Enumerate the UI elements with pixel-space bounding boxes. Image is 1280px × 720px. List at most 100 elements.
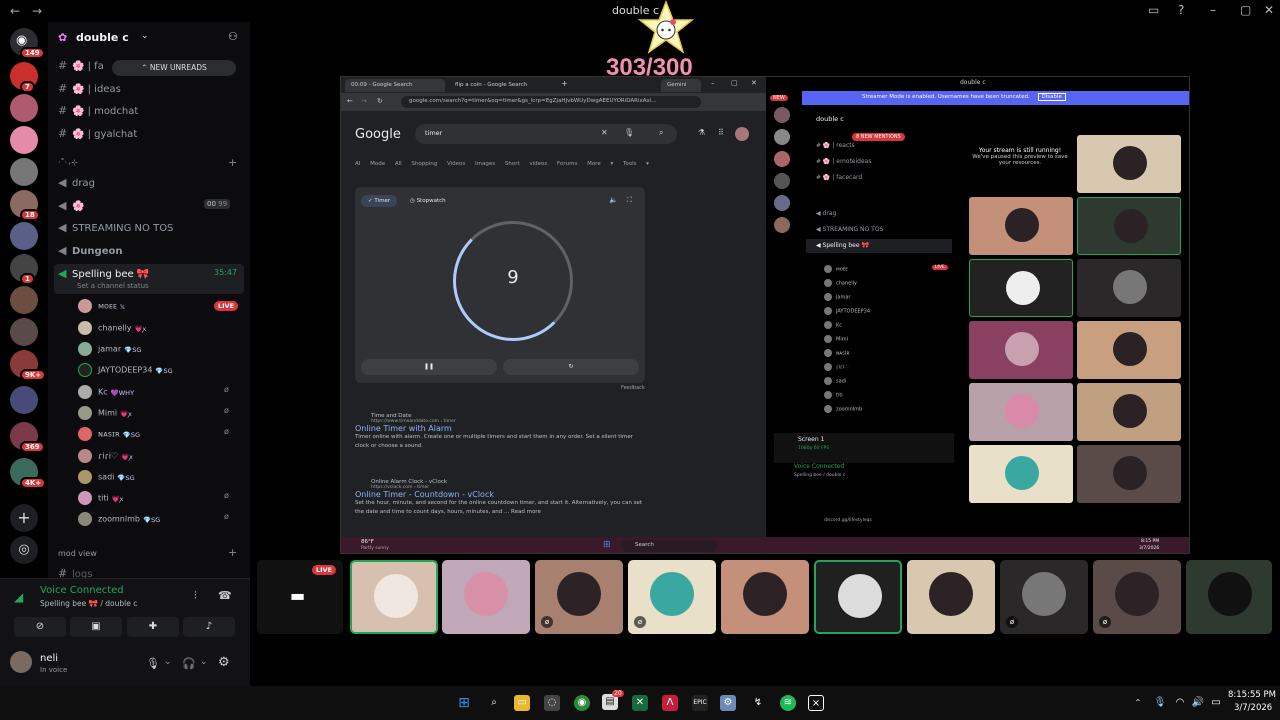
server-folder[interactable]: 4K+	[10, 458, 47, 489]
active-voice-channel-name[interactable]: ◀ Spelling bee 🎀	[816, 242, 869, 249]
participant-tile[interactable]: ø	[1093, 560, 1181, 634]
video-tile[interactable]	[969, 259, 1073, 317]
server-folder[interactable]	[10, 386, 38, 414]
maximize-button[interactable]: ▢	[1240, 3, 1251, 17]
camera-button[interactable]: ⊘	[14, 617, 66, 637]
voice-location[interactable]: Spelling bee 🎀 / double c	[40, 599, 137, 608]
close-button[interactable]: ✕	[1264, 3, 1274, 17]
result-title[interactable]: Online Timer with Alarm	[355, 424, 645, 433]
voice-user[interactable]: jamar 💎SG	[78, 342, 141, 356]
search-icon[interactable]: ⌕	[659, 128, 663, 138]
voice-channel-item[interactable]: ◀ STREAMING NO TOS	[58, 221, 173, 234]
user-avatar[interactable]	[10, 651, 32, 673]
server-icon[interactable]	[774, 217, 790, 233]
category-header[interactable]: mod view	[58, 549, 97, 558]
channel-item[interactable]: # logs	[58, 567, 92, 578]
soundboard-button[interactable]: ♪	[183, 617, 235, 637]
wifi-icon[interactable]: ◠	[1172, 695, 1188, 711]
home-button[interactable]: ◉ 149	[10, 28, 45, 59]
video-tile[interactable]	[969, 321, 1073, 379]
timer-tab[interactable]: ✓ Timer	[361, 195, 398, 207]
taskbar-search[interactable]: Search	[621, 540, 717, 552]
app-icon[interactable]: ◌	[544, 695, 560, 711]
user-name[interactable]: neli	[40, 653, 58, 664]
chevron-down-icon[interactable]: ⌄	[164, 657, 172, 667]
app-icon[interactable]: ↯	[750, 695, 766, 711]
chevron-down-icon[interactable]: ⌄	[141, 31, 149, 41]
voice-user[interactable]: ᴍᴏᴇᴇ 𝕏	[78, 299, 125, 313]
help-icon[interactable]: ?	[1178, 3, 1184, 17]
gear-icon[interactable]: ⚙	[218, 655, 230, 670]
reload-icon[interactable]: ↻	[377, 97, 383, 105]
search-input[interactable]: timer	[415, 124, 677, 144]
server-name[interactable]: double c	[76, 31, 129, 44]
voice-user[interactable]: JAYTODEEP34 💎SG	[78, 363, 173, 377]
adobe-icon[interactable]: Λ	[662, 695, 678, 711]
close-button[interactable]: ✕	[751, 79, 757, 87]
server-icon[interactable]: 369	[10, 422, 45, 453]
add-channel-icon[interactable]: +	[228, 546, 237, 559]
channel-item[interactable]: # 🌸 | ideas	[58, 82, 121, 95]
category-header[interactable]: ·˚‧₊⊹	[58, 158, 78, 167]
maximize-button[interactable]: ▢	[731, 79, 738, 87]
server-icon[interactable]	[10, 126, 38, 154]
participant-tile[interactable]	[907, 560, 995, 634]
server-icon[interactable]	[10, 94, 38, 122]
battery-icon[interactable]: ▭	[1208, 695, 1224, 711]
windows-start-icon[interactable]: ⊞	[603, 540, 611, 550]
browser-tab[interactable]: flip a coin - Google Search	[449, 79, 549, 92]
server-icon[interactable]: 7	[10, 62, 38, 93]
address-bar[interactable]: google.com/search?q=timer&oq=timer&gs_lc…	[401, 96, 701, 108]
channel-item[interactable]: # 🌸 | fa	[58, 59, 104, 72]
add-member-icon[interactable]: ⚇	[228, 30, 238, 43]
voice-channel-item[interactable]: ◀ Dungeon	[58, 244, 122, 257]
reset-button[interactable]: ↻	[503, 359, 639, 375]
voice-user[interactable]: ɴᴀsɪʀ	[824, 349, 850, 357]
channel-status[interactable]: Set a channel status	[77, 282, 149, 290]
voice-user[interactable]: titi 💗ꭗ	[78, 491, 123, 505]
new-tab-icon[interactable]: +	[561, 79, 568, 88]
add-channel-icon[interactable]: +	[228, 156, 237, 169]
server-icon[interactable]	[10, 158, 38, 186]
search-icon[interactable]: ⌕	[486, 695, 502, 711]
clear-icon[interactable]: ✕	[601, 128, 608, 137]
voice-status[interactable]: Voice Connected	[40, 585, 124, 596]
participant-tile[interactable]: ø	[628, 560, 716, 634]
noise-suppression-icon[interactable]: ⫶	[194, 589, 197, 603]
mentions-pill[interactable]: 8 NEW MENTIONS	[852, 133, 905, 141]
chevron-down-icon[interactable]: ⌄	[200, 657, 208, 667]
inbox-icon[interactable]: ▭	[1148, 3, 1159, 17]
screen-share-tile[interactable]: ▬ LIVE	[257, 560, 343, 634]
video-tile[interactable]	[1077, 321, 1181, 379]
voice-user[interactable]: Mimi 💗ꭗ	[78, 406, 132, 420]
voice-status[interactable]: Voice Connected	[794, 463, 844, 470]
channel-item[interactable]: # 🌸 | modchat	[58, 104, 138, 117]
disable-button[interactable]: Disable	[1037, 93, 1066, 101]
discover-button[interactable]: ◎	[10, 536, 38, 564]
spotify-icon[interactable]: ≋	[780, 695, 796, 711]
voice-user[interactable]: zoomnlmb 💎SG	[78, 512, 160, 526]
settings-icon[interactable]: ⚙	[720, 695, 736, 711]
minimize-button[interactable]: –	[711, 79, 715, 87]
participant-tile[interactable]	[814, 560, 902, 634]
screen-share-stream[interactable]: 00:09 - Google Search flip a coin - Goog…	[340, 76, 1190, 554]
result-title[interactable]: Online Timer - Countdown - vClock	[355, 490, 645, 499]
voice-channel-item[interactable]: ◀ drag	[816, 210, 836, 217]
participant-tile[interactable]	[721, 560, 809, 634]
forward-arrow-icon[interactable]: →	[32, 4, 42, 18]
forward-arrow-icon[interactable]: →	[361, 97, 367, 105]
video-tile[interactable]	[969, 383, 1073, 441]
inner-server-name[interactable]: double c	[816, 115, 844, 123]
chevron-up-icon[interactable]: ⌃	[1130, 695, 1146, 711]
activities-button[interactable]: ✚	[127, 617, 179, 637]
back-arrow-icon[interactable]: ←	[10, 4, 20, 18]
server-icon[interactable]	[10, 222, 38, 250]
headphones-icon[interactable]: 🎧	[182, 657, 196, 670]
voice-channel-item[interactable]: ◀ drag	[58, 176, 95, 189]
voice-user[interactable]: Kc	[824, 321, 842, 329]
epic-games-icon[interactable]: EPIC	[692, 695, 708, 711]
capcut-icon[interactable]: ⨯	[808, 695, 824, 711]
google-logo[interactable]: Google	[355, 127, 401, 142]
file-explorer-icon[interactable]: ▭	[514, 695, 530, 711]
voice-channel-item[interactable]: ◀ STREAMING NO TOS	[816, 226, 883, 233]
